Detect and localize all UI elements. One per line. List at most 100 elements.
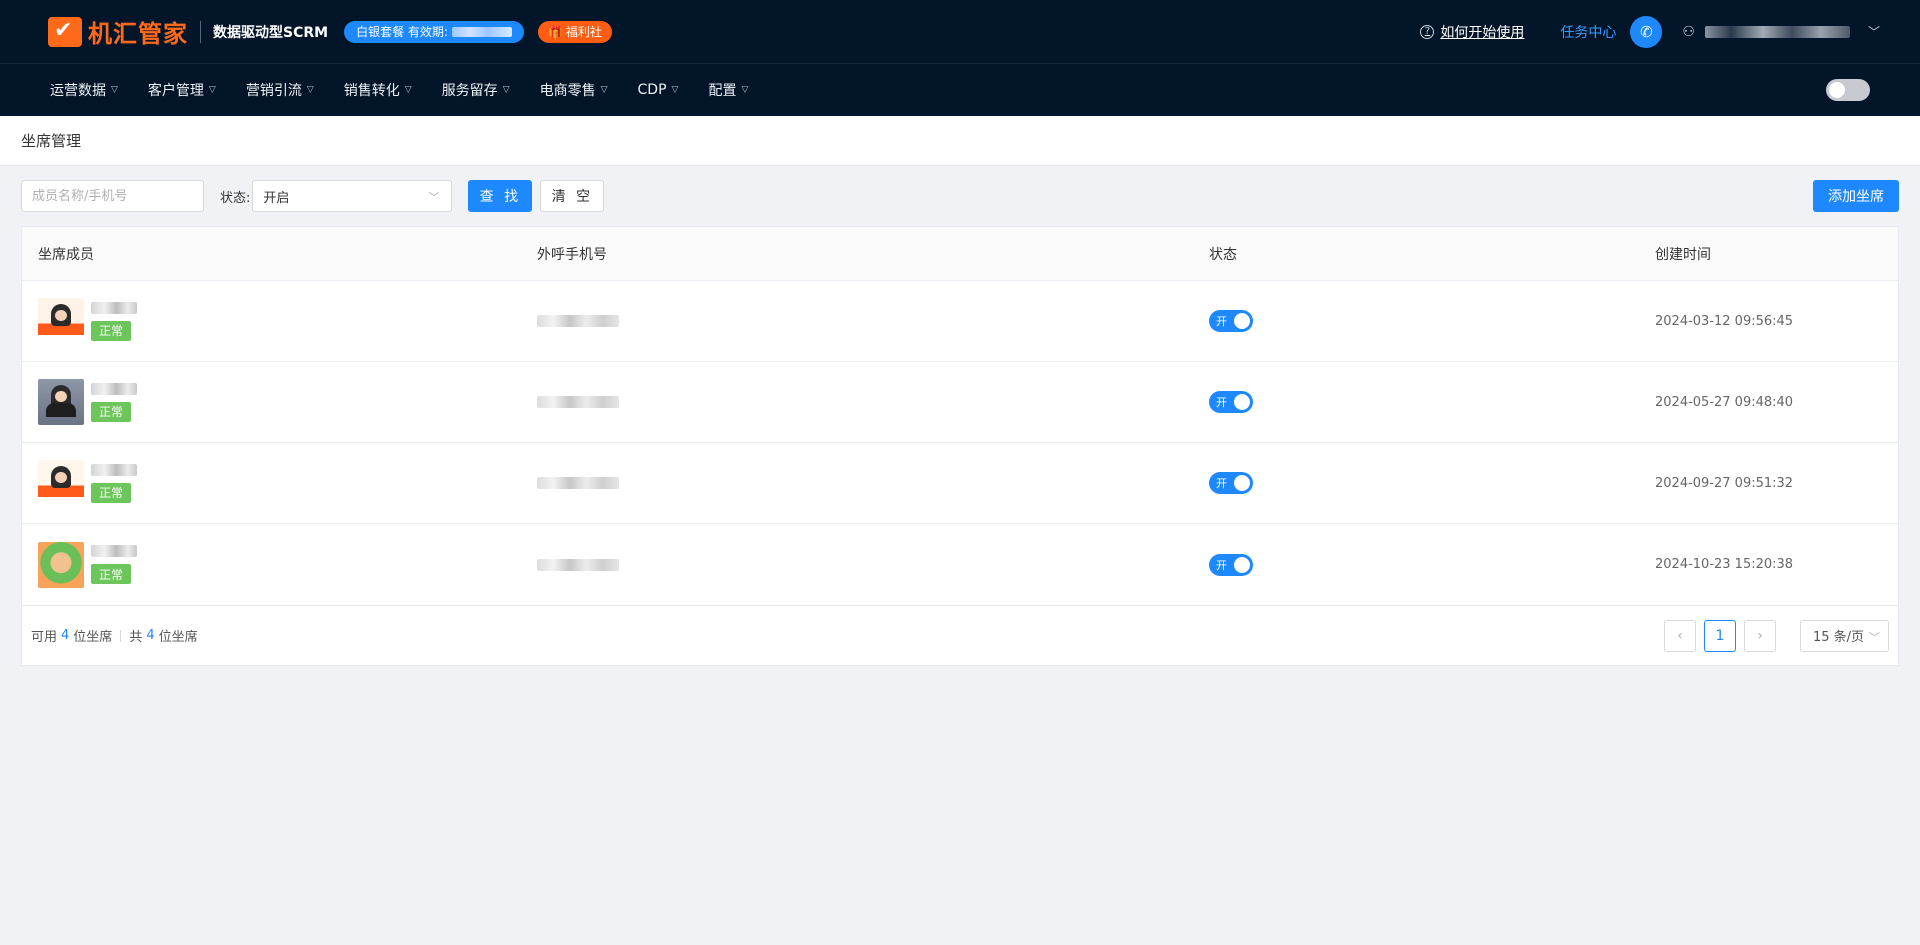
status-badge: 正常: [91, 482, 132, 503]
logo-text: 机汇管家: [88, 20, 188, 48]
member-info: 正常: [91, 463, 137, 503]
clear-button[interactable]: 清 空: [540, 180, 605, 212]
status-switch[interactable]: 开: [1209, 310, 1253, 332]
chevron-down-icon: ▽: [741, 85, 749, 95]
question-icon: ?: [1420, 24, 1435, 39]
status-badge: 正常: [91, 401, 132, 422]
created-time: 2024-09-27 09:51:32: [1655, 475, 1794, 491]
chevron-left-icon: ‹: [1677, 627, 1683, 644]
nav-label: 客户管理: [147, 83, 204, 99]
status-select-value: 开启: [263, 190, 290, 206]
search-button[interactable]: 查 找: [468, 180, 533, 212]
chevron-down-icon: ▽: [111, 85, 118, 95]
status-switch[interactable]: 开: [1209, 472, 1253, 494]
nav-item-config[interactable]: 配置 ▽: [708, 80, 748, 100]
status-cell: 开: [1209, 310, 1655, 332]
chevron-down-icon: ▽: [502, 85, 510, 95]
phone-redacted: [537, 558, 619, 571]
created-time: 2024-10-23 15:20:38: [1655, 557, 1794, 572]
search-input[interactable]: [21, 180, 204, 212]
chevron-down-icon: ▽: [208, 85, 216, 95]
avatar-figure: [51, 466, 71, 488]
member-name-redacted: [91, 545, 137, 557]
table-row: 正常 开 2024-03-12 09:56:45: [22, 281, 1898, 362]
add-seat-button[interactable]: 添加坐席: [1813, 180, 1899, 212]
available-prefix: 可用: [31, 630, 58, 645]
status-cell: 开: [1209, 391, 1655, 413]
member-name-redacted: [91, 301, 137, 314]
avatar: [38, 541, 84, 588]
avatar-figure: [51, 304, 71, 326]
member-info: 正常: [91, 545, 137, 584]
nav-label: 营销引流: [245, 83, 302, 99]
phone-cell: [537, 315, 1209, 327]
nav-label: 销售转化: [343, 83, 400, 99]
phone-button[interactable]: ✆: [1630, 15, 1663, 48]
filter-bar: 状态: 开启 ﹀ 查 找 清 空 添加坐席: [0, 166, 1920, 226]
phone-redacted: [537, 477, 619, 489]
created-time: 2024-03-12 09:56:45: [1655, 313, 1794, 329]
status-switch[interactable]: 开: [1209, 553, 1253, 576]
brand-logo[interactable]: 机汇管家: [48, 14, 188, 49]
chevron-down-icon: ▽: [600, 85, 608, 95]
user-menu[interactable]: ⚇ ﹀: [1682, 23, 1880, 40]
page-size-value: 15 条/页: [1813, 630, 1865, 645]
benefit-label: 福利社: [565, 25, 602, 39]
status-badge: 正常: [91, 320, 132, 341]
page-number[interactable]: 1: [1704, 619, 1736, 652]
status-switch[interactable]: 开: [1209, 391, 1253, 413]
pagination: ‹ 1 › 15 条/页 ﹀: [1656, 619, 1889, 652]
slogan: 数据驱动型SCRM: [213, 24, 329, 41]
help-link[interactable]: ? 如何开始使用: [1420, 22, 1524, 42]
avatar: [38, 379, 84, 425]
table-header: 坐席成员 外呼手机号 状态 创建时间: [22, 227, 1898, 281]
gift-icon: 🎁: [547, 24, 563, 39]
package-badge[interactable]: 白银套餐 有效期:: [344, 20, 524, 43]
nav-item-operations[interactable]: 运营数据 ▽: [50, 80, 118, 100]
chevron-right-icon: ›: [1757, 627, 1763, 644]
member-cell: 正常: [22, 460, 537, 506]
next-page-button[interactable]: ›: [1744, 619, 1776, 652]
nav-item-service[interactable]: 服务留存 ▽: [442, 80, 510, 100]
member-name-redacted: [91, 382, 137, 395]
available-count: 4: [61, 628, 70, 643]
nav-item-cdp[interactable]: CDP ▽: [638, 82, 679, 98]
status-label: 状态:: [220, 190, 251, 206]
member-cell: 正常: [22, 379, 537, 425]
table-row: 正常 开 2024-05-27 09:48:40: [22, 362, 1898, 443]
chevron-down-icon: ﹀: [428, 191, 440, 204]
nav-item-sales[interactable]: 销售转化 ▽: [344, 80, 412, 100]
member-cell: 正常: [22, 541, 537, 588]
nav-label: 运营数据: [50, 83, 106, 99]
phone-cell: [537, 477, 1209, 489]
member-info: 正常: [91, 301, 137, 341]
task-center-link[interactable]: 任务中心: [1560, 22, 1616, 42]
column-header-phone: 外呼手机号: [537, 246, 607, 263]
column-header-member: 坐席成员: [38, 246, 94, 263]
table-footer: 可用 4 位坐席 共 4 位坐席 ‹ 1 › 15 条/页 ﹀: [21, 606, 1899, 666]
nav-label: 配置: [708, 83, 737, 99]
user-icon: ⚇: [1682, 23, 1695, 40]
chevron-down-icon: ﹀: [1869, 630, 1880, 644]
main-nav: 运营数据 ▽ 客户管理 ▽ 营销引流 ▽ 销售转化 ▽ 服务留存 ▽ 电商零售 ▽ CDP ▽…: [0, 64, 1920, 116]
page-size-select[interactable]: 15 条/页 ﹀: [1800, 619, 1889, 652]
nav-label: 服务留存: [441, 83, 498, 99]
nav-item-ecommerce[interactable]: 电商零售 ▽: [540, 80, 608, 100]
phone-redacted: [537, 396, 619, 408]
created-time: 2024-05-27 09:48:40: [1655, 394, 1794, 410]
status-select[interactable]: 开启 ﹀: [252, 180, 453, 212]
nav-item-customers[interactable]: 客户管理 ▽: [148, 80, 216, 100]
member-name-redacted: [91, 463, 137, 476]
table-row: 正常 开 2024-10-23 15:20:38: [22, 524, 1898, 605]
benefit-badge[interactable]: 🎁 福利社: [537, 20, 612, 43]
theme-toggle[interactable]: [1826, 79, 1870, 101]
phone-cell: [537, 558, 1209, 571]
page-title: 坐席管理: [0, 116, 1920, 166]
phone-icon: ✆: [1640, 22, 1653, 41]
member-info: 正常: [91, 382, 137, 422]
user-name-redacted: [1704, 25, 1850, 38]
nav-item-marketing[interactable]: 营销引流 ▽: [246, 80, 314, 100]
prev-page-button[interactable]: ‹: [1664, 619, 1696, 652]
top-header: 机汇管家 数据驱动型SCRM 白银套餐 有效期: 🎁 福利社 ? 如何开始使用 …: [0, 0, 1920, 64]
column-header-status: 状态: [1209, 246, 1237, 263]
